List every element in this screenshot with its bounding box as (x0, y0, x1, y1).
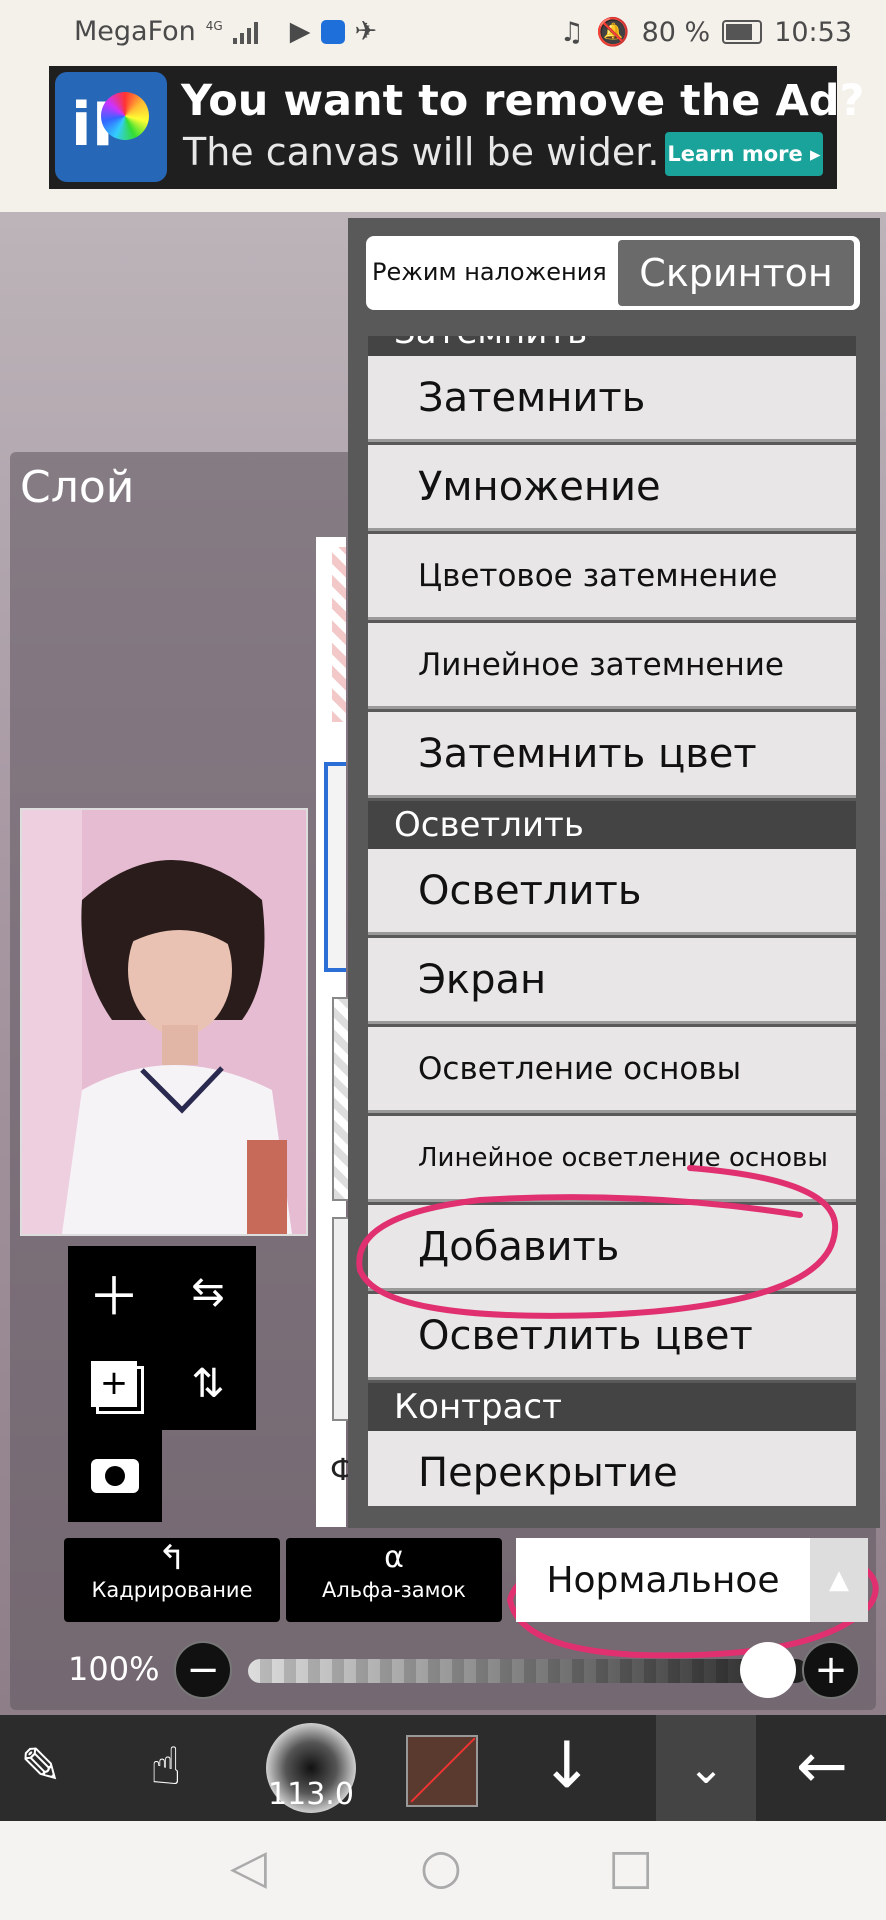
layer-list: Ф (316, 537, 356, 1527)
play-icon: ▶ (289, 16, 311, 47)
blend-mode-item[interactable]: Экран (368, 938, 856, 1024)
carrier-name: MegaFon (74, 16, 196, 47)
opacity-slider-fill (248, 1659, 808, 1683)
camera-icon (91, 1459, 139, 1493)
nav-back-icon[interactable]: ◁ (230, 1839, 267, 1895)
blend-mode-header-label: Режим наложения (372, 258, 607, 286)
opacity-slider-knob[interactable] (740, 1642, 796, 1698)
ibispaint-logo-icon: iP (55, 72, 167, 182)
blend-mode-item[interactable]: Линейное затемнение (368, 623, 856, 709)
blend-mode-select[interactable]: Нормальное (516, 1538, 810, 1622)
duplicate-icon: + (91, 1361, 137, 1407)
blend-mode-item[interactable]: Осветление основы (368, 1027, 856, 1113)
opacity-plus-button[interactable]: + (802, 1641, 860, 1699)
alpha-lock-label: Альфа-замок (322, 1578, 466, 1602)
nav-recents-icon[interactable]: □ (608, 1839, 653, 1895)
blend-mode-item[interactable]: Цветовое затемнение (368, 534, 856, 620)
blend-dropdown-header: Режим наложения Скринтон (366, 236, 860, 310)
blend-mode-item[interactable]: Линейное осветление основы (368, 1116, 856, 1202)
opacity-value: 100% (68, 1650, 160, 1688)
blend-mode-item[interactable]: Перекрытие (368, 1431, 856, 1506)
blend-mode-item[interactable]: Осветлить (368, 849, 856, 935)
blend-mode-item[interactable]: Затемнить цвет (368, 712, 856, 798)
blend-section-header: Контраст (368, 1383, 856, 1431)
blend-mode-item[interactable]: Умножение (368, 445, 856, 531)
layer-item-selected[interactable] (324, 762, 346, 972)
screentone-tab[interactable]: Скринтон (618, 240, 854, 306)
blend-section-header: Затемнить (368, 336, 856, 356)
back-arrow-icon[interactable]: ← (796, 1729, 848, 1802)
mute-bell-icon: 🔕 (595, 17, 630, 48)
flip-horizontal-button[interactable]: ⇆ (160, 1246, 256, 1338)
network-type: 4G (205, 18, 223, 33)
tool-switch-icon[interactable]: ✎ (20, 1737, 62, 1795)
learn-more-button[interactable]: Learn more ▸ (665, 132, 823, 176)
blend-mode-arrow-icon[interactable]: ▲ (810, 1538, 868, 1622)
layer-thumbnail[interactable] (20, 808, 308, 1236)
status-bar: MegaFon 4G ▶ ✈ ♫ 🔕 80 % 10:53 (0, 0, 886, 66)
blend-mode-item[interactable]: Затемнить (368, 356, 856, 442)
nav-home-icon[interactable]: ○ (420, 1839, 462, 1895)
crop-arrow-icon: ↰ (157, 1538, 187, 1578)
layers-button[interactable]: ⌄ (656, 1715, 756, 1821)
battery-percent: 80 % (641, 16, 711, 48)
blend-mode-item[interactable]: Добавить (368, 1205, 856, 1291)
shield-icon (320, 19, 345, 44)
crop-label: Кадрирование (91, 1578, 253, 1602)
duplicate-layer-button[interactable]: + (68, 1338, 160, 1430)
lock-icon: α (384, 1540, 404, 1575)
ad-banner[interactable]: iP You want to remove the Ad? The canvas… (49, 66, 864, 189)
headphones-icon: ♫ (559, 16, 584, 48)
alpha-lock-button[interactable]: α Альфа-замок (286, 1538, 502, 1622)
bird-icon: ✈ (354, 16, 378, 47)
add-layer-button[interactable]: ＋ (68, 1246, 160, 1338)
crop-button[interactable]: ↰ Кадрирование (64, 1538, 280, 1622)
camera-button[interactable] (68, 1430, 162, 1522)
ad-subline: The canvas will be wider. (183, 130, 660, 174)
layer-panel-title: Слой (20, 462, 135, 513)
signal-icon (232, 20, 258, 44)
layer-item[interactable] (332, 547, 346, 722)
opacity-minus-button[interactable]: − (174, 1641, 232, 1699)
bottom-toolbar: ✎ ☝ 113.0 ↓ ⌄ ← (0, 1715, 886, 1821)
ad-headline: You want to remove the Ad? (181, 76, 865, 126)
flip-vertical-button[interactable]: ⇅ (160, 1338, 256, 1430)
brush-size-button[interactable]: 113.0 (266, 1723, 356, 1813)
color-swatch[interactable] (406, 1735, 478, 1807)
blend-mode-item[interactable]: Осветлить цвет (368, 1294, 856, 1380)
clock: 10:53 (774, 16, 852, 48)
brush-size-value: 113.0 (268, 1777, 354, 1812)
battery-icon (722, 20, 763, 44)
system-nav-bar: ◁ ○ □ (0, 1821, 886, 1920)
smudge-finger-icon[interactable]: ☝ (150, 1737, 182, 1797)
layer-down-icon[interactable]: ↓ (540, 1729, 594, 1803)
blend-mode-list[interactable]: ЗатемнитьЗатемнитьУмножениеЦветовое зате… (368, 336, 856, 1506)
blend-section-header: Осветлить (368, 801, 856, 849)
portrait-image (22, 810, 306, 1234)
